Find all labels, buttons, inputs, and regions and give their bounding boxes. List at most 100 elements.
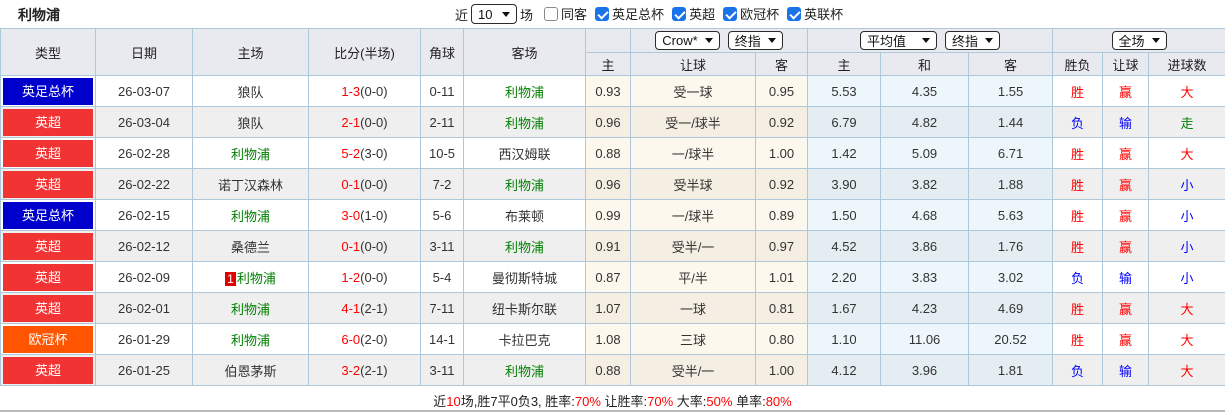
match-history-table: 类型 日期 主场 比分(半场) 角球 客场 Crow* 终指 平均值 终指 全场… bbox=[0, 28, 1225, 386]
handicap-cell: 三球 bbox=[630, 323, 756, 355]
asian-away-odds-cell: 0.80 bbox=[754, 323, 809, 355]
topbar: 利物浦 近 10 场 同客 英足总杯 英超 欧冠杯 英联杯 bbox=[0, 0, 1225, 28]
handicap-cell: 受半/一 bbox=[630, 230, 756, 262]
col-header-score: 比分(半场) bbox=[308, 28, 421, 76]
europe-avg-select[interactable]: 平均值 bbox=[860, 31, 938, 50]
col-header-away: 客场 bbox=[463, 28, 586, 76]
handicap-result-cell: 输 bbox=[1102, 261, 1150, 293]
avg-home-odds-cell: 5.53 bbox=[807, 75, 882, 107]
europe-odds-time-select[interactable]: 终指 bbox=[945, 31, 1001, 50]
asian-odds-time-select[interactable]: 终指 bbox=[727, 31, 783, 50]
matches-count-select[interactable]: 10 bbox=[471, 4, 518, 24]
filter-英联杯[interactable]: 英联杯 bbox=[779, 4, 843, 23]
goals-result-cell: 走 bbox=[1148, 106, 1225, 138]
scope-select[interactable]: 全场 bbox=[1111, 31, 1167, 50]
table-row: 英超 26-03-04 狼队 2-1(0-0) 2-11 利物浦 0.96 受一/球半 0.92… bbox=[0, 106, 1225, 138]
asian-home-odds-cell: 0.99 bbox=[585, 199, 631, 231]
date-cell: 26-01-29 bbox=[95, 323, 193, 355]
checkbox-checked-icon[interactable] bbox=[787, 6, 802, 21]
table-row: 英超 26-02-22 诺丁汉森林 0-1(0-0) 7-2 利物浦 0.96 受半球 0.92… bbox=[0, 168, 1225, 200]
filter-label[interactable]: 英超 bbox=[689, 4, 715, 23]
score-cell: 6-0(2-0) bbox=[308, 323, 421, 355]
corners-cell: 5-6 bbox=[420, 199, 464, 231]
asian-odds-header: Crow* 终指 bbox=[629, 28, 809, 53]
result-cell: 胜 bbox=[1052, 137, 1104, 169]
asian-home-odds-cell: 1.08 bbox=[585, 323, 631, 355]
result-cell: 负 bbox=[1052, 354, 1104, 386]
avg-draw-odds-cell: 3.83 bbox=[880, 261, 970, 293]
chevron-down-icon bbox=[922, 38, 931, 43]
league-cell: 英超 bbox=[0, 261, 96, 293]
home-team-cell: 利物浦 bbox=[192, 323, 309, 355]
avg-home-odds-cell: 4.52 bbox=[807, 230, 882, 262]
filter-label[interactable]: 英联杯 bbox=[804, 4, 843, 23]
avg-draw-odds-cell: 5.09 bbox=[880, 137, 970, 169]
result-cell: 胜 bbox=[1052, 168, 1104, 200]
handicap-result-cell: 赢 bbox=[1102, 230, 1150, 262]
date-cell: 26-02-12 bbox=[95, 230, 193, 262]
checkbox-checked-icon[interactable] bbox=[595, 6, 610, 21]
away-team-cell: 曼彻斯特城 bbox=[463, 261, 586, 293]
summary-segment: 场,胜7平0负3, 胜率: bbox=[460, 394, 575, 409]
chevron-down-icon bbox=[985, 38, 994, 43]
league-cell: 英足总杯 bbox=[0, 199, 96, 231]
league-badge: 英超 bbox=[3, 170, 93, 198]
checkbox-checked-icon[interactable] bbox=[672, 6, 687, 21]
subheader-result: 胜负 bbox=[1052, 52, 1104, 76]
filter-欧冠杯[interactable]: 欧冠杯 bbox=[715, 4, 779, 23]
subheader-avg-draw: 和 bbox=[880, 52, 970, 76]
subheader-handicap-result: 让球 bbox=[1102, 52, 1150, 76]
handicap-cell: 受一球 bbox=[630, 75, 756, 107]
asian-away-odds-cell: 0.81 bbox=[754, 292, 809, 324]
home-team-cell: 1 利物浦 bbox=[192, 261, 309, 293]
handicap-result-cell: 赢 bbox=[1102, 75, 1150, 107]
asian-away-odds-cell: 1.00 bbox=[754, 354, 809, 386]
goals-result-cell: 小 bbox=[1148, 168, 1225, 200]
score-cell: 1-3(0-0) bbox=[308, 75, 421, 107]
league-cell: 英超 bbox=[0, 230, 96, 262]
score-cell: 5-2(3-0) bbox=[308, 137, 421, 169]
avg-away-odds-cell: 3.02 bbox=[968, 261, 1054, 293]
filter-同客[interactable]: 同客 bbox=[536, 4, 587, 23]
asian-away-odds-cell: 1.00 bbox=[754, 137, 809, 169]
subheader-asian-home: 主 bbox=[585, 52, 631, 76]
filter-英超[interactable]: 英超 bbox=[664, 4, 715, 23]
home-team-cell: 利物浦 bbox=[192, 137, 309, 169]
filter-label[interactable]: 英足总杯 bbox=[612, 4, 664, 23]
date-cell: 26-02-22 bbox=[95, 168, 193, 200]
league-badge: 欧冠杯 bbox=[3, 325, 93, 353]
corners-cell: 0-11 bbox=[420, 75, 464, 107]
col-header-home: 主场 bbox=[192, 28, 309, 76]
handicap-result-cell: 输 bbox=[1102, 354, 1150, 386]
empty-header-cell bbox=[585, 28, 631, 53]
avg-away-odds-cell: 1.81 bbox=[968, 354, 1054, 386]
asian-home-odds-cell: 0.93 bbox=[585, 75, 631, 107]
near-label: 近 bbox=[455, 7, 469, 23]
league-filters: 同客 英足总杯 英超 欧冠杯 英联杯 bbox=[536, 4, 843, 24]
league-cell: 英足总杯 bbox=[0, 75, 96, 107]
goals-result-cell: 大 bbox=[1148, 323, 1225, 355]
handicap-cell: 一/球半 bbox=[630, 137, 756, 169]
filter-英足总杯[interactable]: 英足总杯 bbox=[587, 4, 664, 23]
league-cell: 英超 bbox=[0, 354, 96, 386]
result-cell: 负 bbox=[1052, 106, 1104, 138]
league-cell: 英超 bbox=[0, 168, 96, 200]
handicap-cell: 受半球 bbox=[630, 168, 756, 200]
result-cell: 胜 bbox=[1052, 230, 1104, 262]
league-badge: 英超 bbox=[3, 263, 93, 291]
home-team-cell: 狼队 bbox=[192, 106, 309, 138]
away-team-cell: 布莱顿 bbox=[463, 199, 586, 231]
avg-away-odds-cell: 4.69 bbox=[968, 292, 1054, 324]
avg-away-odds-cell: 1.76 bbox=[968, 230, 1054, 262]
avg-home-odds-cell: 3.90 bbox=[807, 168, 882, 200]
filter-label[interactable]: 欧冠杯 bbox=[740, 4, 779, 23]
score-cell: 4-1(2-1) bbox=[308, 292, 421, 324]
league-cell: 英超 bbox=[0, 137, 96, 169]
checkbox-checked-icon[interactable] bbox=[723, 6, 738, 21]
bookmaker-select[interactable]: Crow* bbox=[655, 31, 720, 50]
away-team-cell: 利物浦 bbox=[463, 106, 586, 138]
avg-home-odds-cell: 1.10 bbox=[807, 323, 882, 355]
checkbox-unchecked-icon[interactable] bbox=[544, 6, 559, 21]
subheader-goals-result: 进球数 bbox=[1148, 52, 1225, 76]
filter-label[interactable]: 同客 bbox=[561, 4, 587, 23]
